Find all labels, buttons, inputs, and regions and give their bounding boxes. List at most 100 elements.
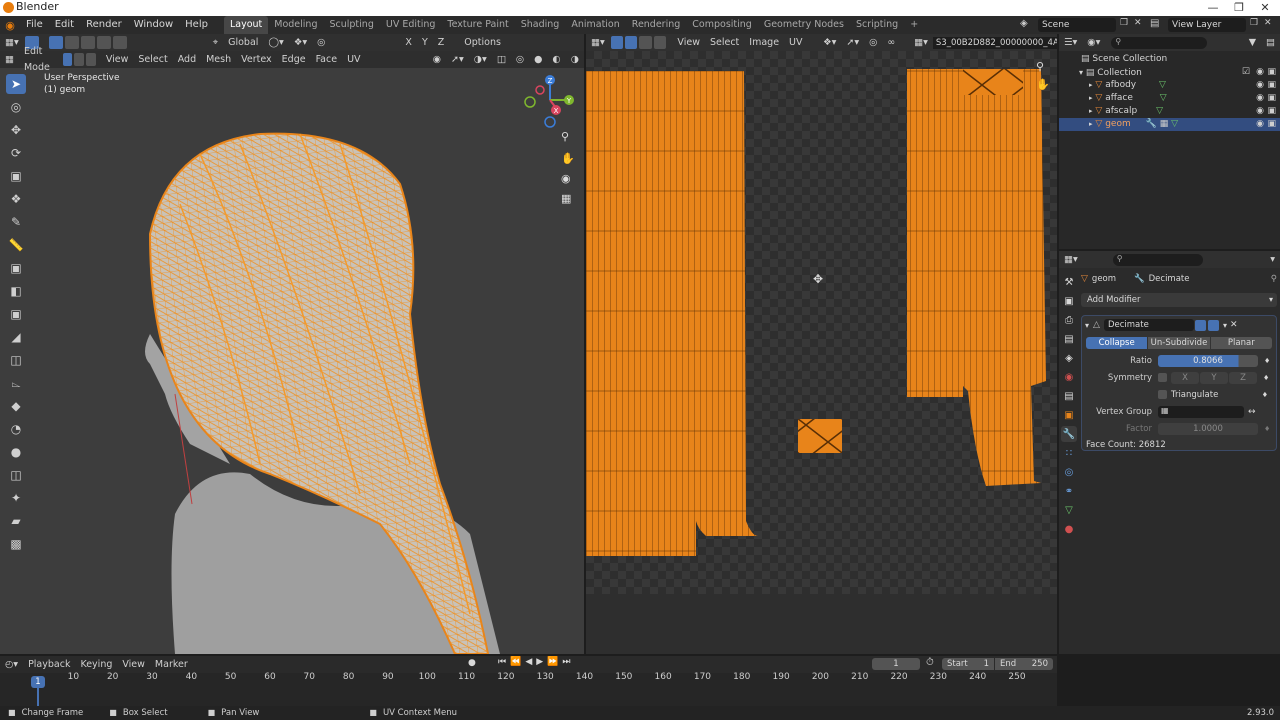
current-frame-field[interactable]: 1	[872, 658, 920, 670]
collection-checkbox-icon[interactable]: ☑	[1242, 66, 1250, 79]
triangulate-checkbox[interactable]	[1158, 390, 1167, 399]
tab-collapse[interactable]: Collapse	[1086, 337, 1148, 349]
add-workspace-button[interactable]: +	[904, 16, 924, 34]
view-layer-browse-icon[interactable]: ❐	[1250, 18, 1262, 32]
scene-browse-icon[interactable]: ❐	[1120, 18, 1132, 32]
invert-vertex-group-icon[interactable]: ↔	[1248, 407, 1256, 417]
play-icon[interactable]: ▶	[536, 657, 543, 667]
stopwatch-icon[interactable]: ⏱	[926, 657, 934, 668]
visibility-icon[interactable]: ◉	[1256, 118, 1264, 131]
filter-icon[interactable]: ▼	[1244, 35, 1261, 51]
render-tab-icon[interactable]: ▣	[1061, 293, 1077, 309]
keying-menu[interactable]: Keying	[75, 657, 117, 673]
tool-tab-icon[interactable]: ⚒	[1061, 274, 1077, 290]
collection-tab-icon[interactable]: ▤	[1061, 388, 1077, 404]
add-modifier-button[interactable]: Add Modifier ▾	[1081, 293, 1277, 307]
marker-menu[interactable]: Marker	[150, 657, 193, 673]
expand-icon[interactable]: ▾	[1079, 68, 1083, 77]
view-layer-tab-icon[interactable]: ▤	[1061, 331, 1077, 347]
tab-shading[interactable]: Shading	[515, 16, 566, 34]
keyframe-dot-icon[interactable]: ♦	[1262, 391, 1268, 399]
playhead[interactable]: 1	[31, 676, 45, 688]
view-menu[interactable]: View	[117, 657, 150, 673]
expand-icon[interactable]: ▸	[1089, 81, 1093, 89]
symmetry-axis-x[interactable]: X	[1171, 371, 1199, 384]
jump-start-icon[interactable]: ⏮	[498, 657, 506, 667]
outliner-type-icon[interactable]: ☰▾	[1059, 35, 1082, 51]
visibility-icon[interactable]: ◉	[1256, 105, 1264, 118]
outliner-scene-collection[interactable]: ▤ Scene Collection	[1059, 53, 1280, 66]
tab-layout[interactable]: Layout	[223, 16, 269, 34]
tab-scripting[interactable]: Scripting	[850, 16, 904, 34]
collapse-panel-icon[interactable]: ▾	[1085, 321, 1089, 330]
properties-type-icon[interactable]: ▦▾	[1059, 252, 1083, 268]
menu-file[interactable]: File	[20, 16, 49, 34]
factor-field[interactable]: 1.0000	[1158, 422, 1258, 435]
physics-tab-icon[interactable]: ◎	[1061, 464, 1077, 480]
jump-keyframe-forward-icon[interactable]: ⏩	[547, 657, 558, 667]
keyframe-dot-icon[interactable]: ♦	[1263, 374, 1269, 382]
scene-tab-icon[interactable]: ◈	[1061, 350, 1077, 366]
tab-modeling[interactable]: Modeling	[268, 16, 323, 34]
timeline[interactable]: ◴▾ Playback Keying View Marker ● ⏮ ⏪ ◀ ▶…	[0, 656, 1057, 706]
uv-menu-image[interactable]: Image	[744, 35, 784, 51]
scene-remove-icon[interactable]: ✕	[1134, 18, 1146, 32]
2d-cursor-icon[interactable]: ✥	[813, 272, 823, 286]
symmetry-axis-y[interactable]: Y	[1200, 371, 1228, 384]
material-tab-icon[interactable]: ●	[1061, 521, 1077, 537]
remove-modifier-icon[interactable]: ✕	[1230, 320, 1238, 330]
uv-curve-icon[interactable]: ∞	[882, 35, 900, 51]
object-tab-icon[interactable]: ▣	[1061, 407, 1077, 423]
tab-compositing[interactable]: Compositing	[686, 16, 758, 34]
play-reverse-icon[interactable]: ◀	[525, 657, 532, 667]
blender-menu-icon[interactable]: ◉	[0, 19, 20, 32]
ratio-slider[interactable]: 0.8066	[1158, 354, 1258, 367]
tab-texture-paint[interactable]: Texture Paint	[441, 16, 514, 34]
pin-icon[interactable]: ⚲	[1271, 274, 1277, 284]
modifier-name-field[interactable]: Decimate	[1103, 319, 1194, 331]
outliner-display-mode-icon[interactable]: ◉▾	[1082, 35, 1105, 51]
symmetry-axis-z[interactable]: Z	[1229, 371, 1257, 384]
menu-render[interactable]: Render	[80, 16, 128, 34]
uv-pan-icon[interactable]: ✋	[1036, 78, 1050, 91]
data-tab-icon[interactable]: ▽	[1061, 502, 1077, 518]
image-name-field[interactable]: S3_00B2D882_00000000_4A30A99A6E	[932, 36, 1057, 49]
render-icon[interactable]: ▣	[1267, 79, 1276, 92]
vertex-group-field[interactable]: ▦	[1158, 405, 1244, 418]
minimize-icon[interactable]: —	[1200, 0, 1226, 16]
particles-tab-icon[interactable]: ∷	[1061, 445, 1077, 461]
uv-select-island-icon[interactable]	[653, 36, 667, 49]
keyframe-dot-icon[interactable]: ♦	[1264, 425, 1270, 433]
3d-viewport[interactable]: ▦▾ ⌖ Global ◯▾ ❖▾ ◎ X Y Z Options ▦ Edit…	[0, 34, 584, 654]
playback-menu[interactable]: Playback	[23, 657, 75, 673]
outliner-collection[interactable]: ▾ ▤ Collection ☑ ◉ ▣	[1059, 66, 1280, 79]
uv-select-edge-icon[interactable]	[625, 36, 638, 49]
uv-select-vertex-icon[interactable]	[610, 36, 624, 49]
view-layer-remove-icon[interactable]: ✕	[1264, 18, 1276, 32]
tab-geometry-nodes[interactable]: Geometry Nodes	[758, 16, 850, 34]
show-in-editmode-icon[interactable]	[1194, 319, 1206, 331]
keyframe-dot-icon[interactable]: ♦	[1264, 357, 1270, 365]
render-icon[interactable]: ▣	[1267, 105, 1276, 118]
output-tab-icon[interactable]: ⎙	[1061, 312, 1077, 328]
outliner-item-afface[interactable]: ▸ ▽ afface ▽ ◉ ▣	[1059, 92, 1280, 105]
collection-render-icon[interactable]: ▣	[1267, 66, 1276, 79]
constraints-tab-icon[interactable]: ⚭	[1061, 483, 1077, 499]
view-layer-field[interactable]: View Layer	[1168, 18, 1246, 32]
properties-search-input[interactable]: ⚲	[1112, 253, 1203, 266]
uv-menu-view[interactable]: View	[672, 35, 705, 51]
menu-help[interactable]: Help	[179, 16, 214, 34]
world-tab-icon[interactable]: ◉	[1061, 369, 1077, 385]
render-icon[interactable]: ▣	[1267, 92, 1276, 105]
show-in-viewport-icon[interactable]	[1207, 319, 1219, 331]
jump-keyframe-back-icon[interactable]: ⏪	[510, 657, 521, 667]
expand-icon[interactable]: ▸	[1089, 107, 1093, 115]
uv-pivot-icon[interactable]: ❖▾	[818, 35, 841, 51]
tab-un-subdivide[interactable]: Un-Subdivide	[1148, 337, 1210, 349]
tab-uv-editing[interactable]: UV Editing	[380, 16, 442, 34]
tab-planar[interactable]: Planar	[1210, 337, 1272, 349]
expand-icon[interactable]: ▸	[1089, 94, 1093, 102]
visibility-icon[interactable]: ◉	[1256, 92, 1264, 105]
uv-editor-type-icon[interactable]: ▦▾	[586, 35, 610, 51]
menu-edit[interactable]: Edit	[49, 16, 80, 34]
